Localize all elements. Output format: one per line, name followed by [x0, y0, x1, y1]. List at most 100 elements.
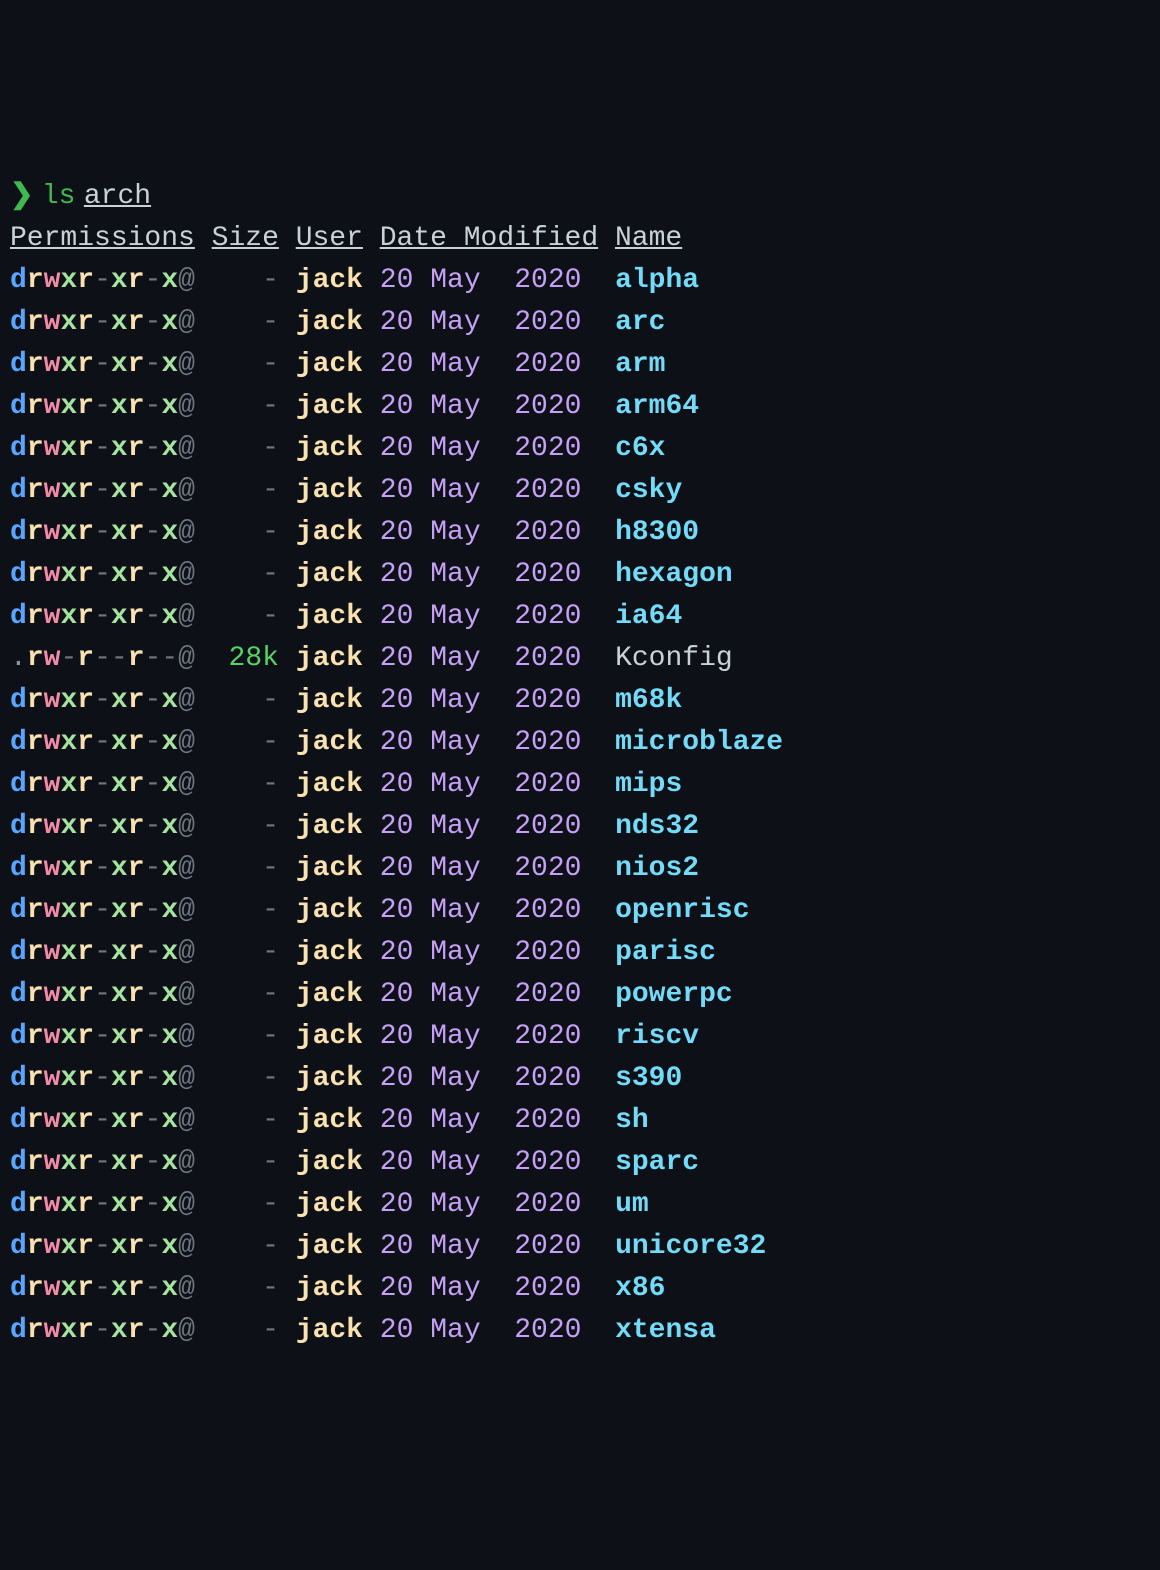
date-year: 2020: [514, 1315, 581, 1346]
date-year: 2020: [514, 391, 581, 422]
size: -: [212, 596, 279, 638]
file-name: parisc: [615, 937, 716, 968]
prompt-line[interactable]: ❯lsarch: [10, 176, 1150, 218]
date-year: 2020: [514, 1189, 581, 1220]
date-month: May: [430, 937, 480, 968]
size: -: [212, 428, 279, 470]
command: ls: [42, 181, 76, 212]
date-month: May: [430, 1231, 480, 1262]
date-year: 2020: [514, 937, 581, 968]
date-month: May: [430, 853, 480, 884]
date-day: 20: [380, 307, 414, 338]
permissions: drwxr-xr-x@: [10, 722, 195, 764]
date-year: 2020: [514, 1273, 581, 1304]
permissions: drwxr-xr-x@: [10, 386, 195, 428]
date-day: 20: [380, 391, 414, 422]
file-name: unicore32: [615, 1231, 766, 1262]
date-month: May: [430, 391, 480, 422]
user: jack: [296, 559, 363, 590]
list-row: drwxr-xr-x@ - jack 20 May 2020 mips: [10, 764, 1150, 806]
file-name: arm: [615, 349, 665, 380]
permissions: drwxr-xr-x@: [10, 470, 195, 512]
date-year: 2020: [514, 559, 581, 590]
file-name: m68k: [615, 685, 682, 716]
date-day: 20: [380, 1063, 414, 1094]
file-name: riscv: [615, 1021, 699, 1052]
date-month: May: [430, 601, 480, 632]
permissions: drwxr-xr-x@: [10, 890, 195, 932]
size: -: [212, 890, 279, 932]
date-day: 20: [380, 559, 414, 590]
file-name: openrisc: [615, 895, 749, 926]
date-year: 2020: [514, 769, 581, 800]
permissions: drwxr-xr-x@: [10, 1058, 195, 1100]
user: jack: [296, 1231, 363, 1262]
date-month: May: [430, 685, 480, 716]
list-row: drwxr-xr-x@ - jack 20 May 2020 alpha: [10, 260, 1150, 302]
date-year: 2020: [514, 517, 581, 548]
size: -: [212, 1184, 279, 1226]
user: jack: [296, 475, 363, 506]
size: -: [212, 974, 279, 1016]
list-row: drwxr-xr-x@ - jack 20 May 2020 arm64: [10, 386, 1150, 428]
file-name: um: [615, 1189, 649, 1220]
date-month: May: [430, 559, 480, 590]
date-year: 2020: [514, 895, 581, 926]
header-size: Size: [212, 223, 279, 254]
file-name: microblaze: [615, 727, 783, 758]
list-row: drwxr-xr-x@ - jack 20 May 2020 nios2: [10, 848, 1150, 890]
header-row: Permissions Size User Date Modified Name: [10, 218, 1150, 260]
date-day: 20: [380, 1147, 414, 1178]
date-year: 2020: [514, 1063, 581, 1094]
user: jack: [296, 811, 363, 842]
user: jack: [296, 1147, 363, 1178]
date-year: 2020: [514, 265, 581, 296]
size: -: [212, 680, 279, 722]
user: jack: [296, 601, 363, 632]
header-date-modified: Date Modified: [380, 223, 598, 254]
date-month: May: [430, 1021, 480, 1052]
user: jack: [296, 895, 363, 926]
list-row: drwxr-xr-x@ - jack 20 May 2020 riscv: [10, 1016, 1150, 1058]
date-day: 20: [380, 1231, 414, 1262]
size: -: [212, 932, 279, 974]
date-year: 2020: [514, 1021, 581, 1052]
list-row: drwxr-xr-x@ - jack 20 May 2020 unicore32: [10, 1226, 1150, 1268]
permissions: drwxr-xr-x@: [10, 1268, 195, 1310]
file-name: s390: [615, 1063, 682, 1094]
terminal-output: ❯lsarchPermissions Size User Date Modifi…: [10, 176, 1150, 1352]
permissions: drwxr-xr-x@: [10, 1310, 195, 1352]
header-name: Name: [615, 223, 682, 254]
permissions: drwxr-xr-x@: [10, 1142, 195, 1184]
size: -: [212, 806, 279, 848]
size: -: [212, 1058, 279, 1100]
user: jack: [296, 1273, 363, 1304]
size: -: [212, 1016, 279, 1058]
date-day: 20: [380, 349, 414, 380]
permissions: drwxr-xr-x@: [10, 1100, 195, 1142]
user: jack: [296, 1021, 363, 1052]
header-user: User: [296, 223, 363, 254]
file-name: ia64: [615, 601, 682, 632]
permissions: drwxr-xr-x@: [10, 1016, 195, 1058]
permissions: drwxr-xr-x@: [10, 596, 195, 638]
size: -: [212, 512, 279, 554]
date-year: 2020: [514, 1231, 581, 1262]
list-row: drwxr-xr-x@ - jack 20 May 2020 h8300: [10, 512, 1150, 554]
size: -: [212, 1100, 279, 1142]
file-name: alpha: [615, 265, 699, 296]
date-day: 20: [380, 1021, 414, 1052]
date-month: May: [430, 979, 480, 1010]
list-row: drwxr-xr-x@ - jack 20 May 2020 arc: [10, 302, 1150, 344]
date-year: 2020: [514, 643, 581, 674]
user: jack: [296, 643, 363, 674]
user: jack: [296, 1315, 363, 1346]
date-month: May: [430, 727, 480, 758]
date-day: 20: [380, 853, 414, 884]
date-day: 20: [380, 685, 414, 716]
list-row: drwxr-xr-x@ - jack 20 May 2020 ia64: [10, 596, 1150, 638]
list-row: drwxr-xr-x@ - jack 20 May 2020 microblaz…: [10, 722, 1150, 764]
user: jack: [296, 1189, 363, 1220]
user: jack: [296, 433, 363, 464]
file-name: arc: [615, 307, 665, 338]
